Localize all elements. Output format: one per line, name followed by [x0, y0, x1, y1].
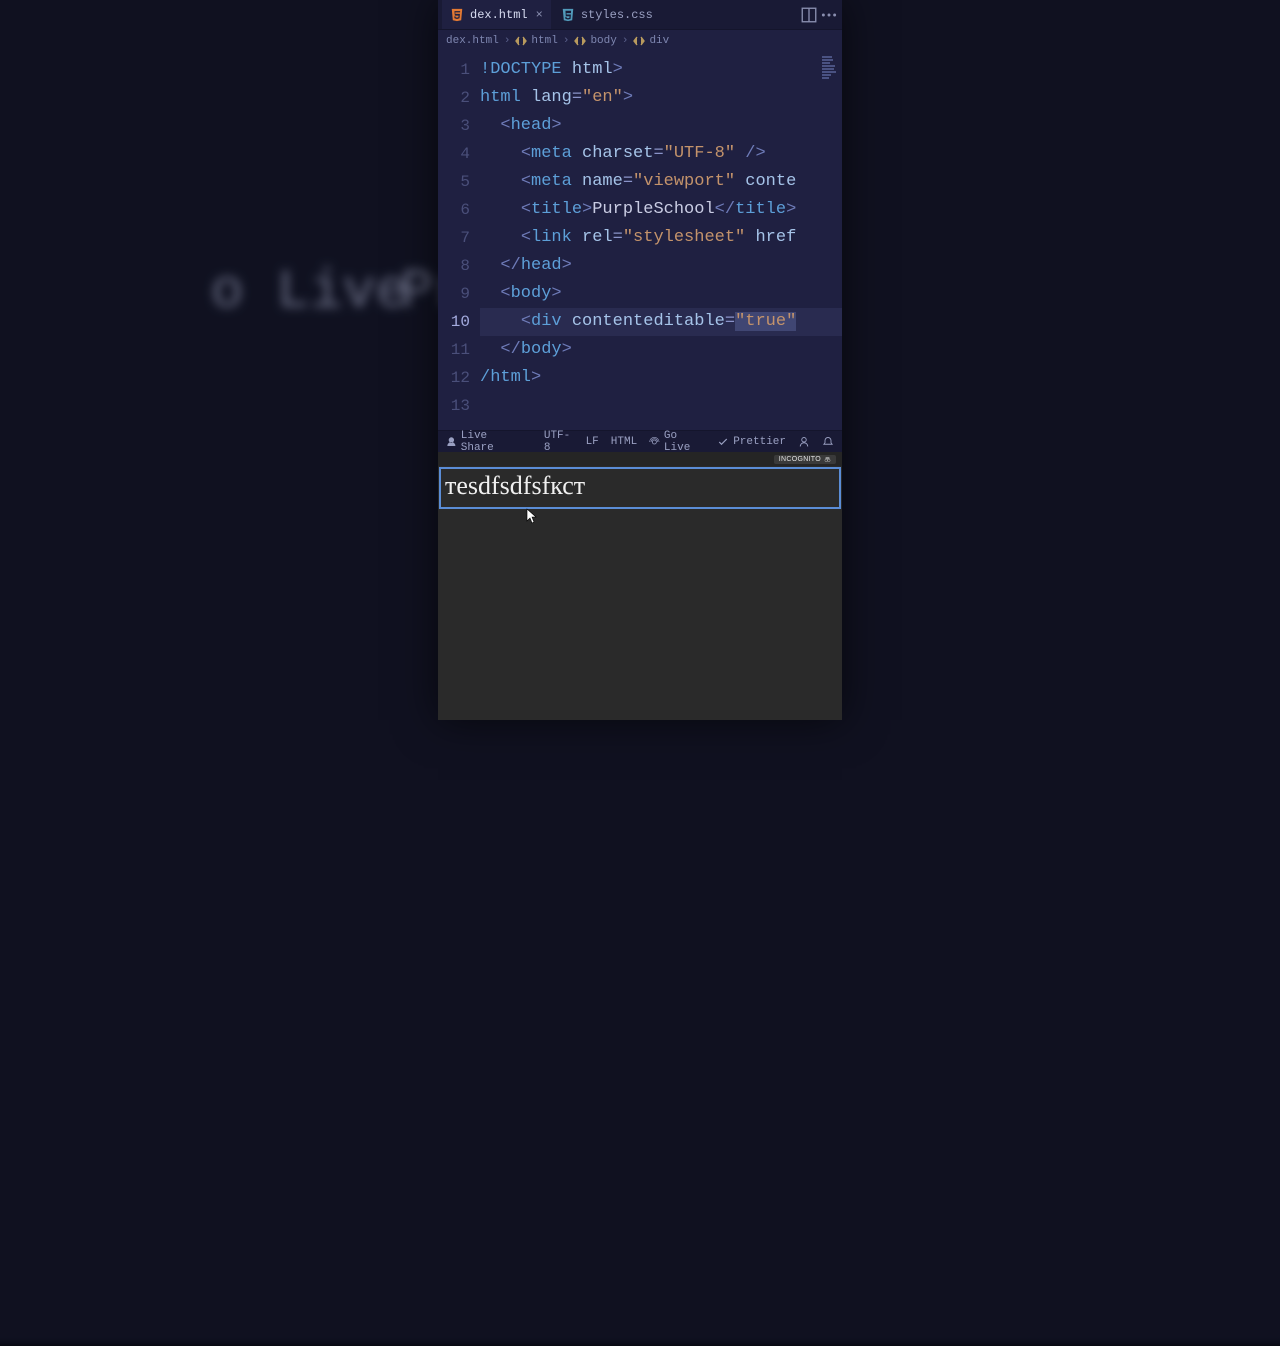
browser-toolbar: INCOGNITO	[438, 452, 842, 466]
close-icon[interactable]: ×	[536, 8, 543, 22]
breadcrumb: dex.html › html › body › div	[438, 30, 842, 52]
contenteditable-outline: теsdfsdfsfкст	[439, 467, 841, 509]
editor-tabs: dex.html × styles.css	[438, 0, 842, 30]
line-number: 5	[442, 168, 470, 196]
status-prettier[interactable]: Prettier	[717, 436, 786, 448]
code-line[interactable]: html lang="en">	[480, 84, 842, 112]
main-column: dex.html × styles.css dex.html ›	[438, 0, 842, 720]
line-number: 1	[442, 56, 470, 84]
line-number: 11	[442, 336, 470, 364]
status-language[interactable]: HTML	[611, 436, 637, 448]
tab-label: dex.html	[470, 8, 528, 22]
status-bar: Live Share UTF-8 LF HTML Go Live Prettie…	[438, 430, 842, 452]
code-line[interactable]: !DOCTYPE html>	[480, 56, 842, 84]
tab-styles-css[interactable]: styles.css	[553, 0, 661, 29]
tab-index-html[interactable]: dex.html ×	[442, 0, 551, 29]
code-area[interactable]: 12345678910111213 !DOCTYPE html>html lan…	[438, 52, 842, 430]
tag-icon	[633, 35, 645, 47]
contenteditable-div[interactable]: теsdfsdfsfкст	[445, 471, 835, 503]
line-number: 2	[442, 84, 470, 112]
code-content[interactable]: !DOCTYPE html>html lang="en"> <head> <me…	[480, 52, 842, 424]
breadcrumb-body[interactable]: body ›	[574, 35, 629, 47]
line-number: 9	[442, 280, 470, 308]
browser-preview: INCOGNITO теsdfsdfsfкст	[438, 452, 842, 720]
code-line[interactable]: /html>	[480, 364, 842, 392]
line-numbers: 12345678910111213	[438, 52, 480, 424]
line-number: 8	[442, 252, 470, 280]
line-number: 13	[442, 392, 470, 420]
status-golive[interactable]: Go Live	[649, 430, 705, 454]
line-number: 12	[442, 364, 470, 392]
code-line[interactable]: <meta name="viewport" conte	[480, 168, 842, 196]
tag-icon	[515, 35, 527, 47]
minimap[interactable]	[822, 56, 838, 82]
css-file-icon	[561, 8, 575, 22]
code-line[interactable]: <body>	[480, 280, 842, 308]
html-file-icon	[450, 8, 464, 22]
line-number: 10	[442, 308, 470, 336]
tab-label: styles.css	[581, 8, 653, 22]
code-line[interactable]: </body>	[480, 336, 842, 364]
status-feedback-icon[interactable]	[798, 436, 810, 448]
code-line[interactable]: <meta charset="UTF-8" />	[480, 140, 842, 168]
incognito-icon	[824, 456, 831, 463]
code-line[interactable]: <head>	[480, 112, 842, 140]
code-line[interactable]: <title>PurpleSchool</title>	[480, 196, 842, 224]
code-line[interactable]: <div contenteditable="true"	[480, 308, 842, 336]
incognito-badge: INCOGNITO	[774, 455, 836, 464]
split-editor-icon[interactable]	[800, 6, 818, 24]
line-number: 3	[442, 112, 470, 140]
status-eol[interactable]: LF	[586, 436, 599, 448]
status-liveshare[interactable]: Live Share	[446, 430, 520, 454]
line-number: 6	[442, 196, 470, 224]
code-line[interactable]: <link rel="stylesheet" href	[480, 224, 842, 252]
mouse-cursor-icon	[526, 508, 538, 524]
code-editor: dex.html × styles.css dex.html ›	[438, 0, 842, 452]
code-line[interactable]	[480, 392, 842, 420]
bg-status: o Live	[211, 261, 409, 324]
more-actions-icon[interactable]	[820, 6, 838, 24]
status-encoding[interactable]: UTF-8	[544, 430, 574, 454]
tag-icon	[574, 35, 586, 47]
code-line[interactable]: </head>	[480, 252, 842, 280]
status-bell-icon[interactable]	[822, 436, 834, 448]
line-number: 4	[442, 140, 470, 168]
breadcrumb-div[interactable]: div	[633, 35, 669, 47]
breadcrumb-html[interactable]: html ›	[515, 35, 570, 47]
line-number: 7	[442, 224, 470, 252]
breadcrumb-file[interactable]: dex.html ›	[446, 35, 511, 47]
